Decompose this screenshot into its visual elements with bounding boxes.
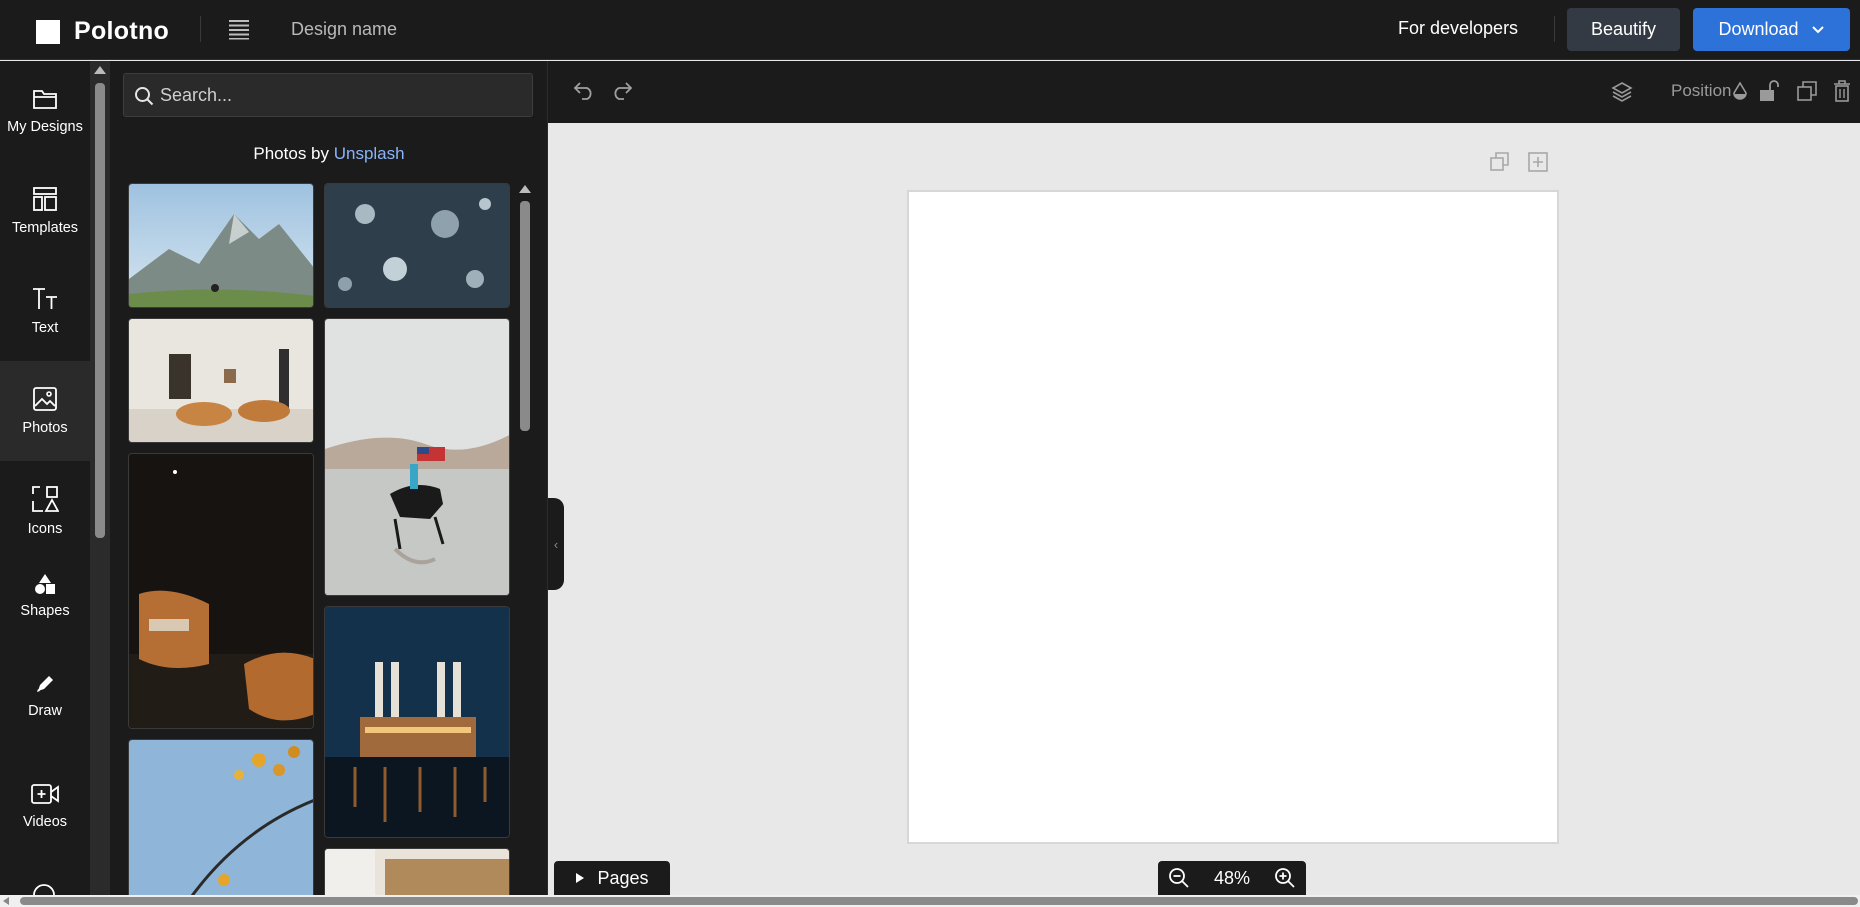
zoom-level: 48% [1213,867,1251,888]
layers-icon[interactable] [1611,81,1633,103]
workspace-toolbar: Position [548,61,1860,123]
pencil-icon [37,676,53,692]
sidebar-item-label: Photos [22,420,68,436]
download-label: Download [1718,19,1799,39]
photo-image [325,607,509,837]
undo-icon[interactable] [573,80,595,100]
divider [200,16,201,42]
sidebar-scrollbar[interactable] [90,61,110,895]
photo-thumbnail-autumn-leaves[interactable] [128,739,314,899]
position-button[interactable]: Position [1671,81,1731,101]
video-icon [31,784,59,804]
beautify-label: Beautify [1590,19,1657,39]
horizontal-scroll-thumb[interactable] [20,897,1858,905]
for-developers-link[interactable]: For developers [1398,18,1518,39]
redo-icon[interactable] [611,80,633,100]
search-icon [135,87,154,106]
photos-panel: Photos by Unsplash [110,61,548,907]
more-icon [33,884,55,895]
panel-collapse-handle[interactable]: ‹ [548,498,564,590]
photo-thumbnail-mountain[interactable] [128,183,314,308]
folder-icon [33,90,57,109]
sidebar-item-label: Shapes [20,603,70,619]
search-box[interactable] [123,73,533,117]
side-tab-rail: My Designs Templates Text Photos Icons S… [0,61,90,895]
sidebar-item-label: My Designs [7,119,83,135]
sidebar-scroll-thumb[interactable] [95,83,105,538]
photo-image [325,319,509,595]
photo-image [325,184,509,307]
templates-icon [33,187,57,211]
photo-image [129,319,313,442]
photo-image [129,740,313,898]
photo-image [129,454,313,728]
divider [1554,16,1555,42]
zoom-in-icon[interactable] [1274,867,1296,889]
sidebar-item-label: Text [31,320,59,336]
duplicate-icon[interactable] [1796,80,1818,102]
photo-thumbnail-dark-interior[interactable] [128,453,314,729]
photos-credit: Photos by Unsplash [110,144,548,164]
app-logo[interactable]: Polotno [36,17,169,46]
sidebar-item-label: Icons [27,521,63,537]
download-button[interactable]: Download [1693,8,1850,51]
menu-icon[interactable] [228,18,250,40]
horizontal-scrollbar[interactable] [0,895,1860,907]
design-page[interactable] [907,190,1559,844]
icons-icon [32,486,59,512]
chevron-down-icon [1811,25,1824,33]
photo-image [129,184,313,307]
sidebar-item-text[interactable]: Text [0,261,90,361]
zoom-out-icon[interactable] [1168,867,1190,889]
sidebar-item-my-designs[interactable]: My Designs [0,61,90,161]
app-name: Polotno [74,17,170,45]
scroll-up-arrow-icon[interactable] [519,185,531,193]
photo-thumbnail-horse-rider[interactable] [324,318,510,596]
photo-thumbnail-power-station[interactable] [324,606,510,838]
text-icon [33,288,57,309]
sidebar-item-draw[interactable]: Draw [0,646,90,746]
search-input[interactable] [160,74,520,116]
sidebar-item-templates[interactable]: Templates [0,161,90,261]
play-triangle-icon [576,873,585,883]
add-page-icon[interactable] [1528,152,1548,172]
design-name-field[interactable]: Design name [291,19,397,40]
scroll-up-arrow-icon[interactable] [94,66,106,74]
sidebar-item-label: Templates [11,220,79,236]
pages-button[interactable]: Pages [554,861,670,895]
top-bar: Polotno Design name For developers Beaut… [0,0,1860,60]
sidebar-item-videos[interactable]: Videos [0,756,90,856]
sidebar-item-label: Videos [22,814,68,830]
sidebar-item-photos[interactable]: Photos [0,361,90,461]
duplicate-page-icon[interactable] [1490,152,1510,172]
photo-thumbnail-frost[interactable] [324,183,510,308]
trash-icon[interactable] [1832,79,1852,103]
pages-label: Pages [597,867,649,888]
scroll-left-arrow-icon[interactable] [3,897,9,905]
beautify-button[interactable]: Beautify [1567,8,1680,51]
sidebar-item-icons[interactable]: Icons [0,461,90,561]
unlock-icon[interactable] [1758,79,1780,103]
photos-scroll-thumb[interactable] [520,201,530,431]
unsplash-link[interactable]: Unsplash [334,144,405,163]
opacity-icon[interactable] [1731,81,1749,103]
logo-square-icon [36,19,60,44]
photos-credit-prefix: Photos by [253,144,334,163]
photo-thumbnail-living-room[interactable] [128,318,314,443]
chevron-left-icon: ‹ [553,536,559,552]
shapes-icon [35,574,55,594]
photos-scrollbar[interactable] [515,181,535,895]
zoom-control: 48% [1158,861,1306,895]
sidebar-item-shapes[interactable]: Shapes [0,551,90,641]
sidebar-item-label: Draw [28,703,62,719]
photo-icon [33,387,57,411]
